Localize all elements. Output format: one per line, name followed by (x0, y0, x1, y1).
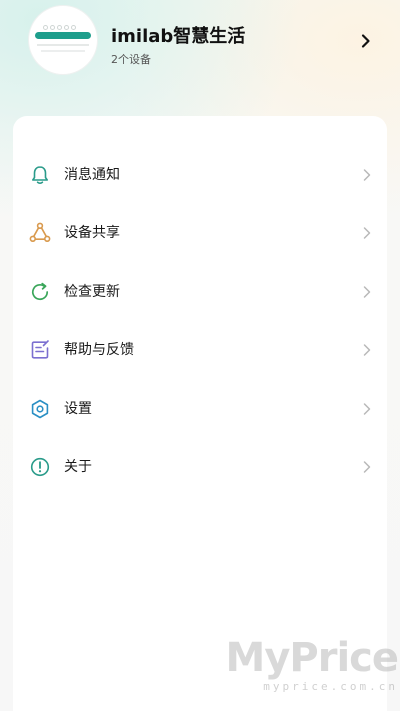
menu-item-device-share[interactable]: 设备共享 (0, 208, 400, 258)
chevron-right-icon[interactable] (358, 33, 374, 49)
menu-item-label: 帮助与反馈 (64, 342, 134, 358)
menu-item-about[interactable]: 关于 (0, 442, 400, 492)
avatar-line (41, 50, 85, 52)
chevron-right-icon (363, 169, 371, 181)
profile-header[interactable]: imilab智慧生活 2个设备 (0, 0, 400, 110)
avatar-dots (43, 15, 83, 30)
chevron-right-icon (363, 227, 371, 239)
feedback-icon (31, 340, 49, 359)
menu-item-label: 设备共享 (64, 225, 120, 241)
app-name: imilab智慧生活 (111, 26, 246, 47)
watermark: MyPrice myprice.com.cn (220, 636, 400, 706)
watermark-brand: MyPrice (225, 635, 399, 681)
menu-item-check-update[interactable]: 检查更新 (0, 267, 400, 317)
menu-item-label: 消息通知 (64, 167, 120, 183)
avatar-bar (35, 32, 91, 39)
avatar[interactable] (29, 6, 97, 74)
avatar-line (37, 44, 89, 46)
menu-item-label: 设置 (64, 401, 92, 417)
device-count: 2个设备 (111, 53, 151, 66)
menu-item-help-feedback[interactable]: 帮助与反馈 (0, 325, 400, 375)
chevron-right-icon (363, 344, 371, 356)
menu-item-settings[interactable]: 设置 (0, 384, 400, 434)
info-icon (30, 457, 50, 477)
watermark-url: myprice.com.cn (263, 680, 398, 693)
refresh-icon (31, 282, 49, 301)
bell-icon (31, 166, 48, 184)
menu-item-label: 关于 (64, 459, 92, 475)
settings-icon (31, 399, 49, 419)
chevron-right-icon (363, 286, 371, 298)
menu-item-notifications[interactable]: 消息通知 (0, 150, 400, 200)
chevron-right-icon (363, 403, 371, 415)
chevron-right-icon (363, 461, 371, 473)
share-icon (29, 222, 51, 242)
menu-item-label: 检查更新 (64, 284, 120, 300)
